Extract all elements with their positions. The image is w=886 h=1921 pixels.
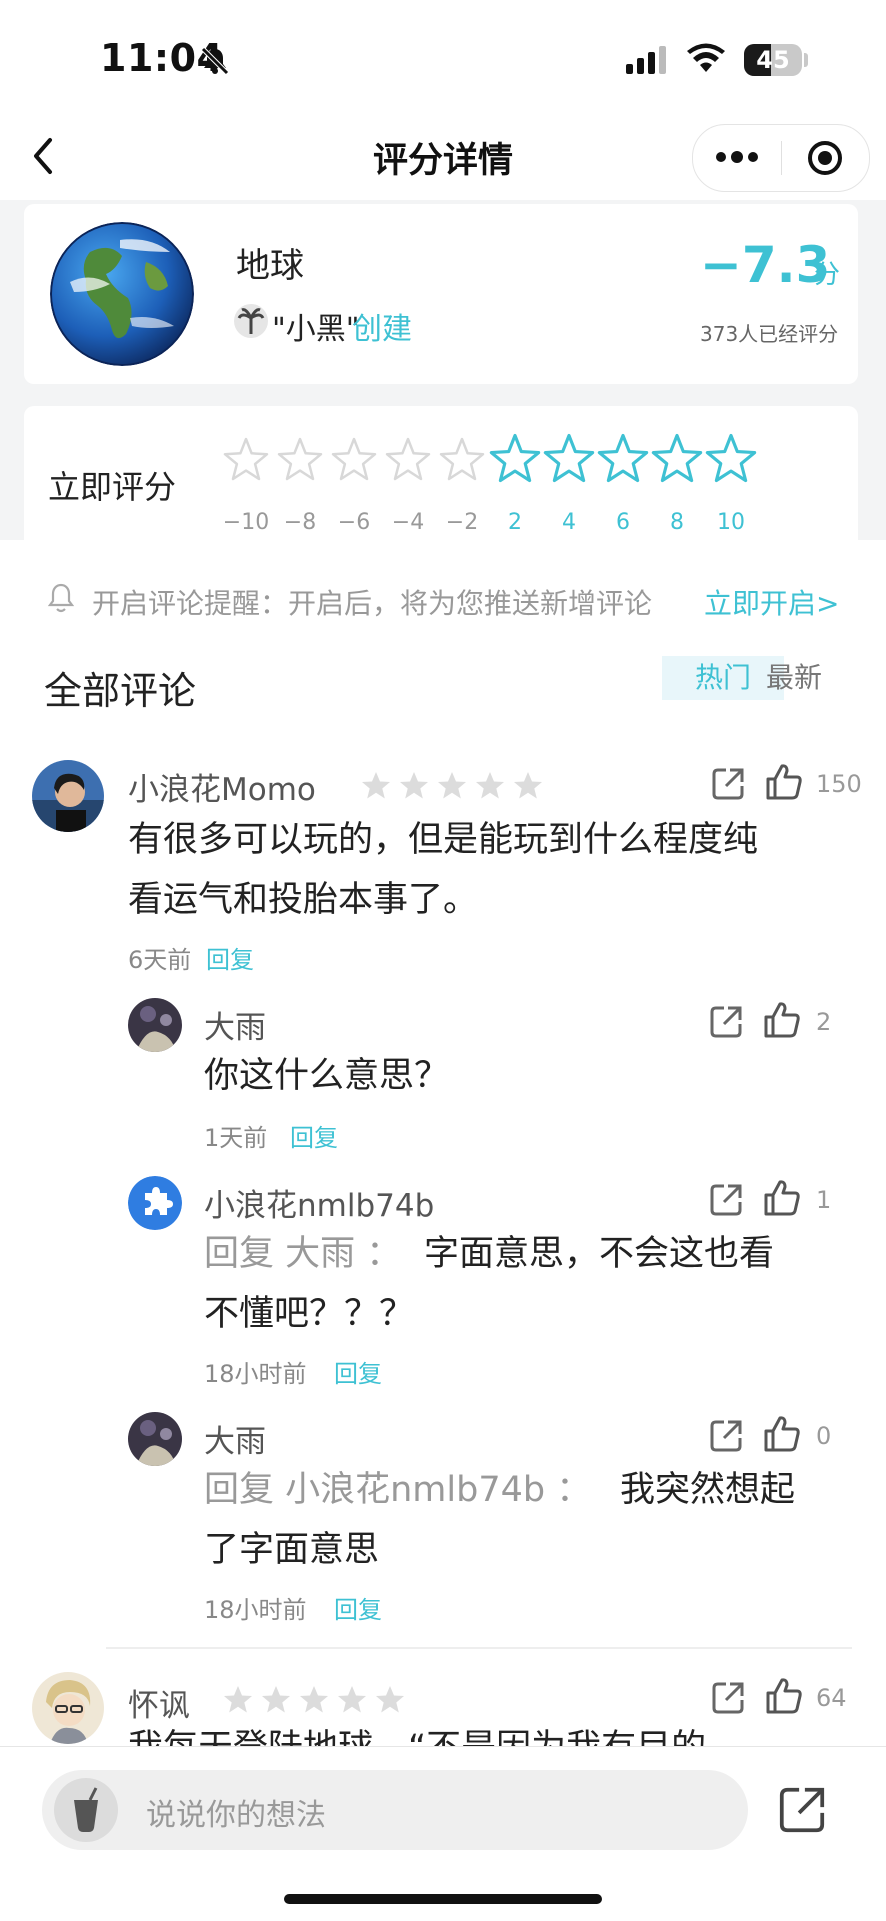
rating-star[interactable] bbox=[438, 436, 486, 482]
creator-name: "小黑" bbox=[272, 312, 360, 347]
rate-value: −6 bbox=[337, 510, 371, 535]
like-icon[interactable] bbox=[762, 1414, 802, 1454]
like-count: 2 bbox=[816, 1008, 832, 1036]
drink-icon bbox=[54, 1778, 118, 1842]
rate-value: −2 bbox=[445, 510, 479, 535]
avatar[interactable] bbox=[128, 998, 182, 1052]
like-icon[interactable] bbox=[764, 762, 804, 802]
rating-star[interactable] bbox=[384, 436, 432, 482]
rating-star[interactable] bbox=[596, 432, 650, 484]
close-target-button[interactable] bbox=[807, 140, 843, 176]
rate-value: 4 bbox=[562, 510, 576, 535]
comment-username[interactable]: 大雨 bbox=[204, 1002, 266, 1047]
comment-text: 有很多可以玩的，但是能玩到什么程度纯 bbox=[128, 820, 759, 860]
like-icon[interactable] bbox=[762, 1178, 802, 1218]
signal-icon bbox=[626, 46, 670, 74]
rating-star[interactable] bbox=[650, 432, 704, 484]
like-count: 1 bbox=[816, 1186, 832, 1214]
avatar[interactable] bbox=[32, 760, 104, 832]
comments-title: 全部评论 bbox=[44, 669, 197, 713]
like-count: 64 bbox=[816, 1684, 847, 1712]
wifi-icon bbox=[686, 42, 726, 74]
rating-star[interactable] bbox=[542, 432, 596, 484]
comment-text: 你这什么意思？ bbox=[204, 1056, 450, 1096]
avatar[interactable] bbox=[32, 1672, 104, 1744]
comment-username[interactable]: 小浪花nmlb74b bbox=[204, 1180, 434, 1225]
reply-button[interactable]: 回复 bbox=[334, 1590, 382, 1625]
reply-to-prefix: 回复 小浪花nmlb74b ： bbox=[204, 1470, 592, 1510]
comment-time: 18小时前 bbox=[204, 1596, 307, 1624]
comment-stars bbox=[360, 770, 550, 804]
more-button[interactable] bbox=[715, 147, 759, 167]
share-icon[interactable] bbox=[708, 1004, 744, 1040]
rate-value: 6 bbox=[616, 510, 630, 535]
battery-level: 45 bbox=[756, 46, 790, 74]
score-unit: 分 bbox=[814, 260, 841, 290]
input-placeholder: 说说你的想法 bbox=[146, 1798, 326, 1833]
tab-new[interactable]: 最新 bbox=[766, 656, 822, 700]
comment-time: 18小时前 bbox=[204, 1360, 307, 1388]
comment-time: 1天前 bbox=[204, 1124, 268, 1152]
rating-star[interactable] bbox=[704, 432, 758, 484]
comment-text: 看运气和投胎本事了。 bbox=[128, 880, 479, 920]
creator-suffix: 创建 bbox=[352, 312, 412, 347]
comment-text: 字面意思，不会这也看 bbox=[424, 1234, 775, 1274]
share-icon[interactable] bbox=[708, 1418, 744, 1454]
avatar[interactable] bbox=[128, 1176, 182, 1230]
share-icon[interactable] bbox=[710, 1680, 746, 1716]
rate-value: 10 bbox=[717, 510, 745, 535]
mini-program-capsule bbox=[692, 124, 870, 192]
share-icon[interactable] bbox=[776, 1784, 828, 1836]
like-count: 150 bbox=[816, 770, 862, 798]
reply-to-prefix: 回复 大雨 ： bbox=[204, 1234, 402, 1274]
notice-text: 开启评论提醒：开启后，将为您推送新增评论 bbox=[92, 587, 653, 620]
rating-star[interactable] bbox=[222, 436, 270, 482]
comment-time: 6天前 bbox=[128, 946, 192, 974]
rate-value: 2 bbox=[508, 510, 522, 535]
comment-divider bbox=[106, 1647, 852, 1649]
bell-icon bbox=[46, 582, 76, 614]
rate-label: 立即评分 bbox=[48, 468, 177, 506]
home-indicator bbox=[284, 1894, 602, 1904]
comment-text: 不懂吧？？？ bbox=[204, 1294, 415, 1334]
rate-value: −4 bbox=[391, 510, 425, 535]
rate-value: −10 bbox=[222, 510, 270, 535]
reply-button[interactable]: 回复 bbox=[206, 940, 254, 975]
like-icon[interactable] bbox=[764, 1676, 804, 1716]
enable-notice-link[interactable]: 立即开启> bbox=[704, 582, 839, 622]
comment-username[interactable]: 小浪花Momo bbox=[128, 764, 316, 809]
planet-earth-image bbox=[50, 222, 194, 366]
planet-name: 地球 bbox=[236, 246, 304, 286]
rating-star[interactable] bbox=[276, 436, 324, 482]
like-icon[interactable] bbox=[762, 1000, 802, 1040]
reply-button[interactable]: 回复 bbox=[290, 1118, 338, 1153]
creator-avatar bbox=[234, 304, 268, 338]
comment-stars bbox=[222, 1684, 412, 1718]
comment-text: 了字面意思 bbox=[204, 1530, 380, 1570]
silent-bell-icon bbox=[200, 46, 230, 76]
comment-username[interactable]: 大雨 bbox=[204, 1416, 266, 1461]
share-icon[interactable] bbox=[708, 1182, 744, 1218]
rating-star[interactable] bbox=[330, 436, 378, 482]
planet-score: −7.3 bbox=[700, 236, 831, 294]
rate-value: −8 bbox=[283, 510, 317, 535]
rate-value: 8 bbox=[670, 510, 684, 535]
rated-count: 373人已经评分 bbox=[700, 322, 839, 346]
avatar[interactable] bbox=[128, 1412, 182, 1466]
battery-nub bbox=[804, 53, 808, 67]
rating-star[interactable] bbox=[488, 432, 542, 484]
battery-indicator: 45 bbox=[744, 44, 802, 76]
comment-text: 我突然想起 bbox=[620, 1470, 796, 1510]
reply-button[interactable]: 回复 bbox=[334, 1354, 382, 1389]
like-count: 0 bbox=[816, 1422, 832, 1450]
share-icon[interactable] bbox=[710, 766, 746, 802]
